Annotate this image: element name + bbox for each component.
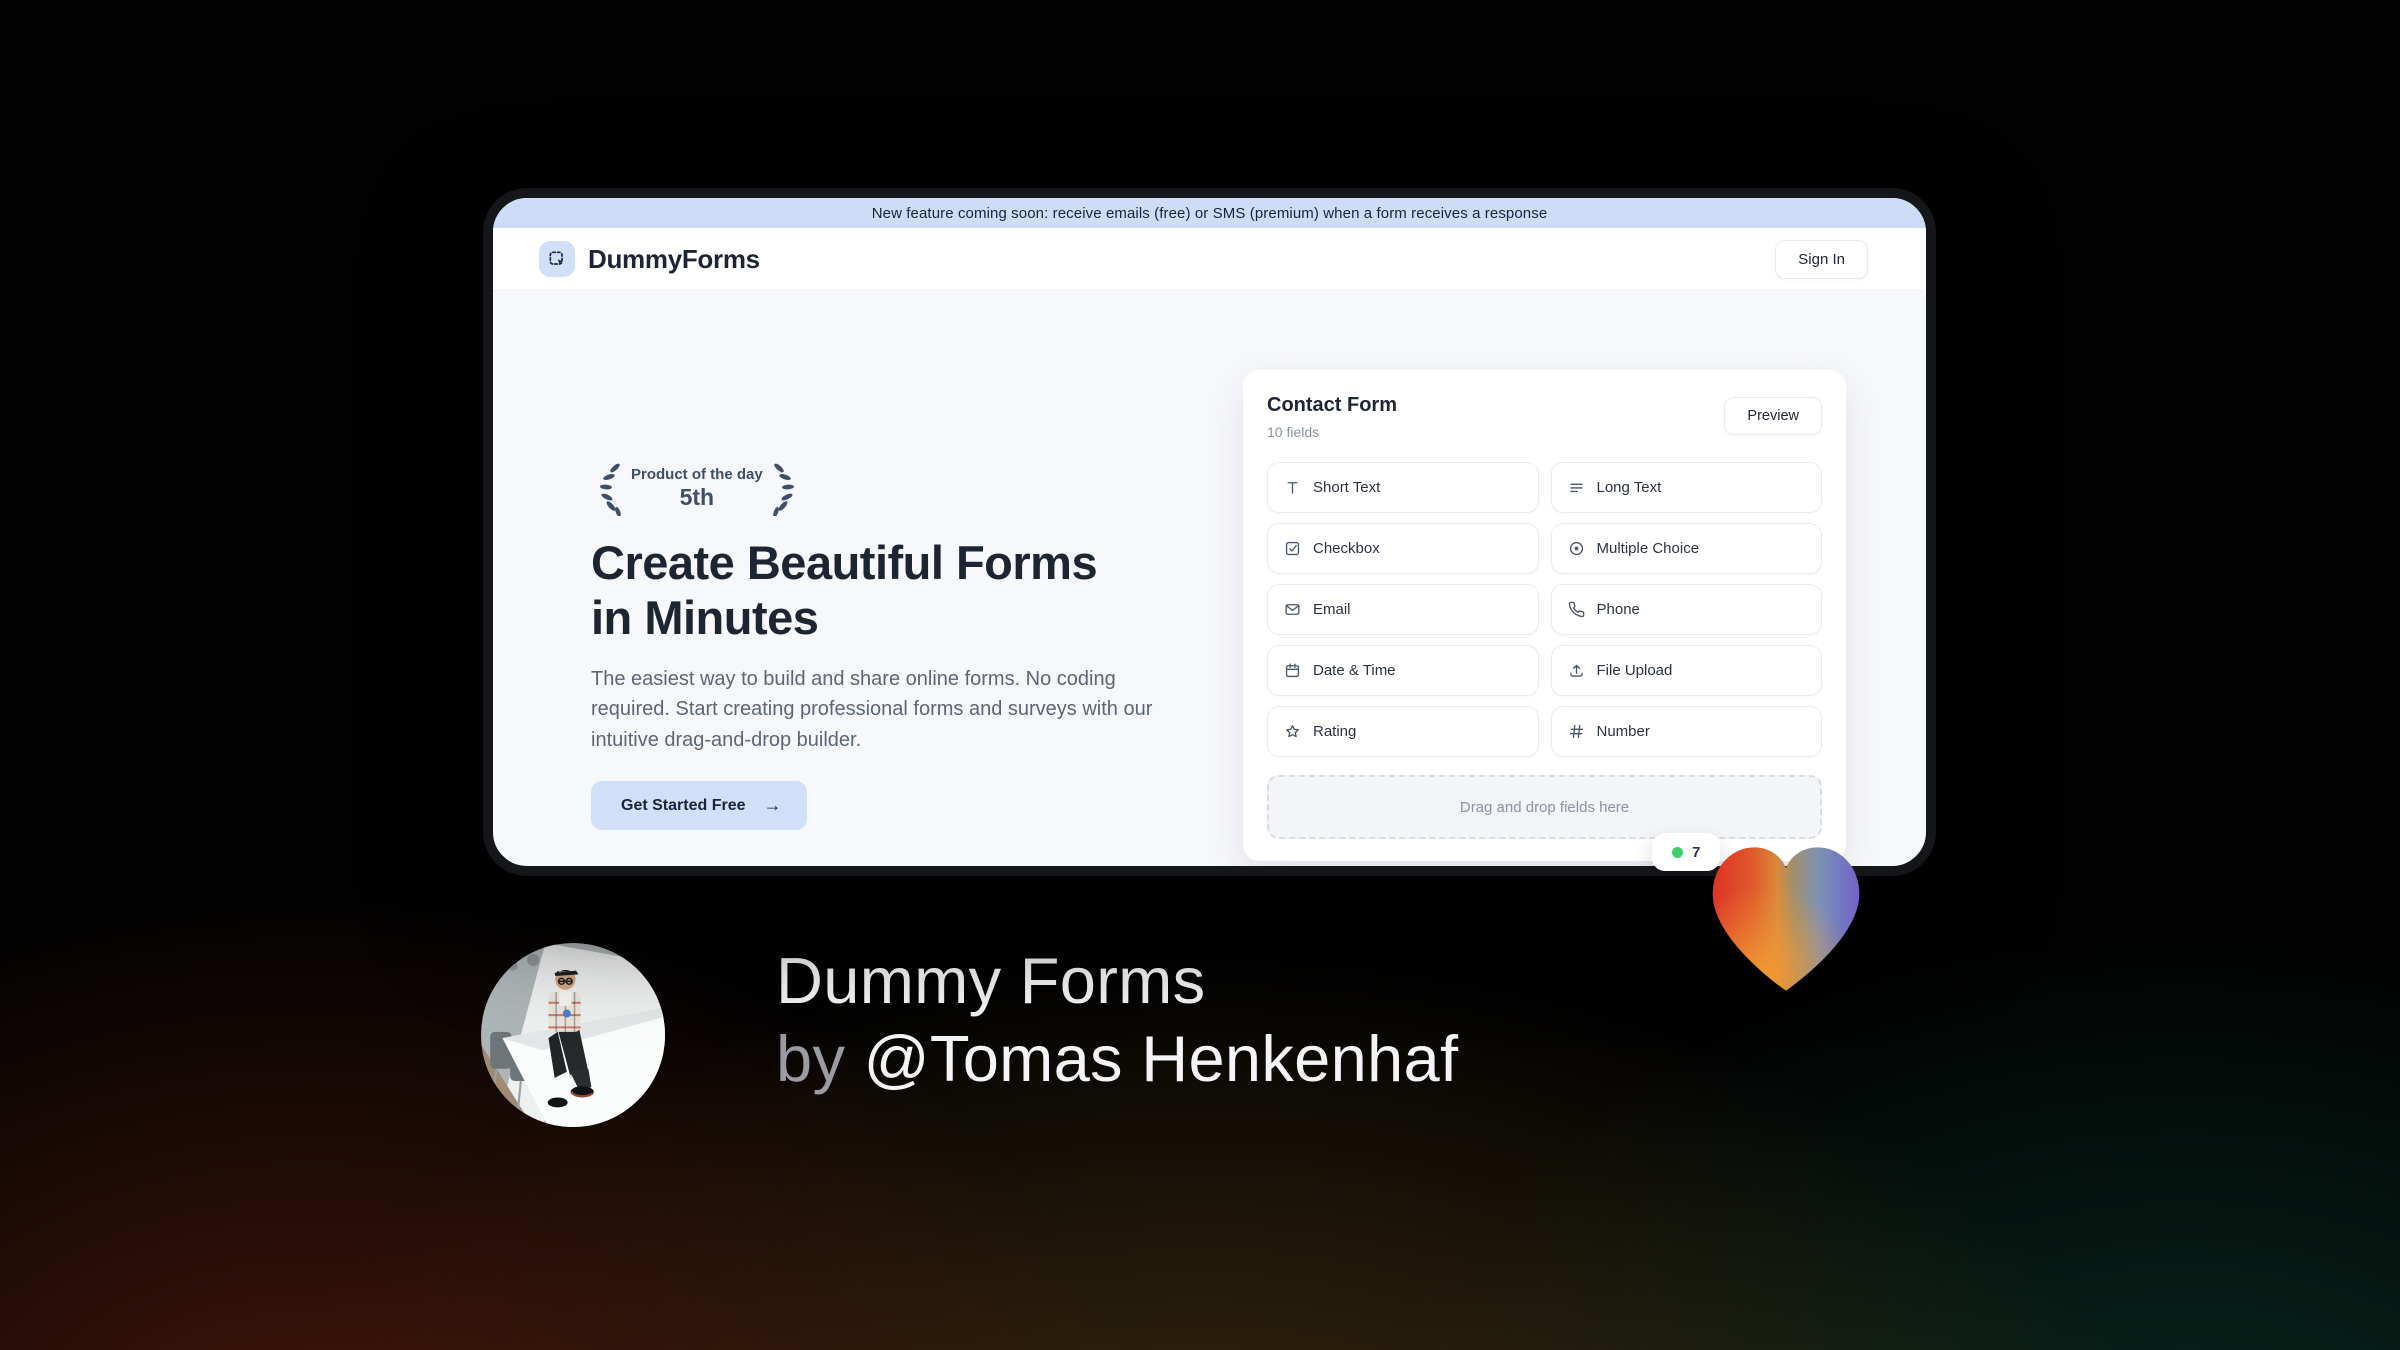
attribution-title: Dummy Forms [776,944,1206,1017]
dashed-selection-cursor-icon [539,241,575,277]
browser-window: New feature coming soon: receive emails … [483,188,1936,876]
field-tile-long-text[interactable]: Long Text [1550,462,1822,513]
field-label: File Upload [1596,662,1673,679]
multiple-choice-icon [1567,539,1586,558]
brand[interactable]: DummyForms [539,241,760,277]
heart-logo-icon [1686,814,1886,1002]
field-label: Short Text [1313,479,1381,496]
field-tile-file-upload[interactable]: File Upload [1550,645,1822,696]
attribution: Dummy Forms by @Tomas Henkenhaf [776,942,1458,1098]
byline-prefix: by [776,1022,846,1095]
hero-headline: Create Beautiful Forms in Minutes [591,536,1098,644]
field-tile-rating[interactable]: Rating [1267,706,1539,757]
field-tile-date-time[interactable]: Date & Time [1267,645,1539,696]
email-icon [1283,600,1302,619]
field-grid: Short Text Long Text Checkbox Multiple Choi… [1267,462,1822,757]
short-text-icon [1283,478,1302,497]
field-label: Date & Time [1313,662,1396,679]
field-label: Email [1313,601,1351,618]
maker-avatar [481,943,665,1127]
preview-button[interactable]: Preview [1724,397,1822,435]
get-started-label: Get Started Free [621,796,746,814]
product-of-the-day-badge: Product of the day 5th [591,460,1191,516]
calendar-icon [1283,661,1302,680]
award-rank: 5th [679,483,715,510]
field-tile-phone[interactable]: Phone [1550,584,1822,635]
sign-in-button[interactable]: Sign In [1775,239,1868,279]
attribution-byline: by @Tomas Henkenhaf [776,1020,1458,1098]
arrow-right-icon: → [763,795,782,816]
field-tile-email[interactable]: Email [1267,584,1539,635]
field-label: Checkbox [1313,540,1380,557]
field-tile-number[interactable]: Number [1550,706,1822,757]
field-tile-short-text[interactable]: Short Text [1267,462,1539,513]
form-card-header: Contact Form 10 fields Preview [1267,394,1822,440]
field-tile-multiple-choice[interactable]: Multiple Choice [1550,523,1822,574]
upload-icon [1567,661,1586,680]
star-icon [1283,722,1302,741]
field-label: Number [1596,723,1650,740]
page-canvas: New feature coming soon: receive emails … [0,0,2400,1350]
hash-icon [1567,722,1586,741]
long-text-icon [1567,478,1586,497]
byline-handle: @Tomas Henkenhaf [863,1022,1459,1095]
field-label: Multiple Choice [1596,540,1700,557]
phone-icon [1567,600,1586,619]
award-line1: Product of the day [631,465,763,483]
laurel-right-icon [772,463,794,516]
field-label: Rating [1313,723,1357,740]
checkbox-icon [1283,539,1302,558]
brand-name: DummyForms [588,243,760,274]
field-label: Phone [1596,601,1640,618]
green-dot-icon [1672,846,1683,858]
announcement-banner: New feature coming soon: receive emails … [493,198,1926,228]
get-started-button[interactable]: Get Started Free → [591,781,808,831]
form-builder-card: Contact Form 10 fields Preview Short Tex… [1243,370,1846,861]
field-label: Long Text [1596,479,1662,496]
announcement-text: New feature coming soon: receive emails … [871,204,1548,222]
hero-section: Product of the day 5th Create Beautiful … [591,460,1191,831]
field-tile-checkbox[interactable]: Checkbox [1267,523,1539,574]
laurel-left-icon [600,463,621,516]
award-text: Product of the day 5th [631,466,763,511]
dropzone-text: Drag and drop fields here [1459,798,1630,816]
top-navigation: DummyForms Sign In [493,228,1926,291]
hero-subheadline: The easiest way to build and share onlin… [591,668,1153,751]
